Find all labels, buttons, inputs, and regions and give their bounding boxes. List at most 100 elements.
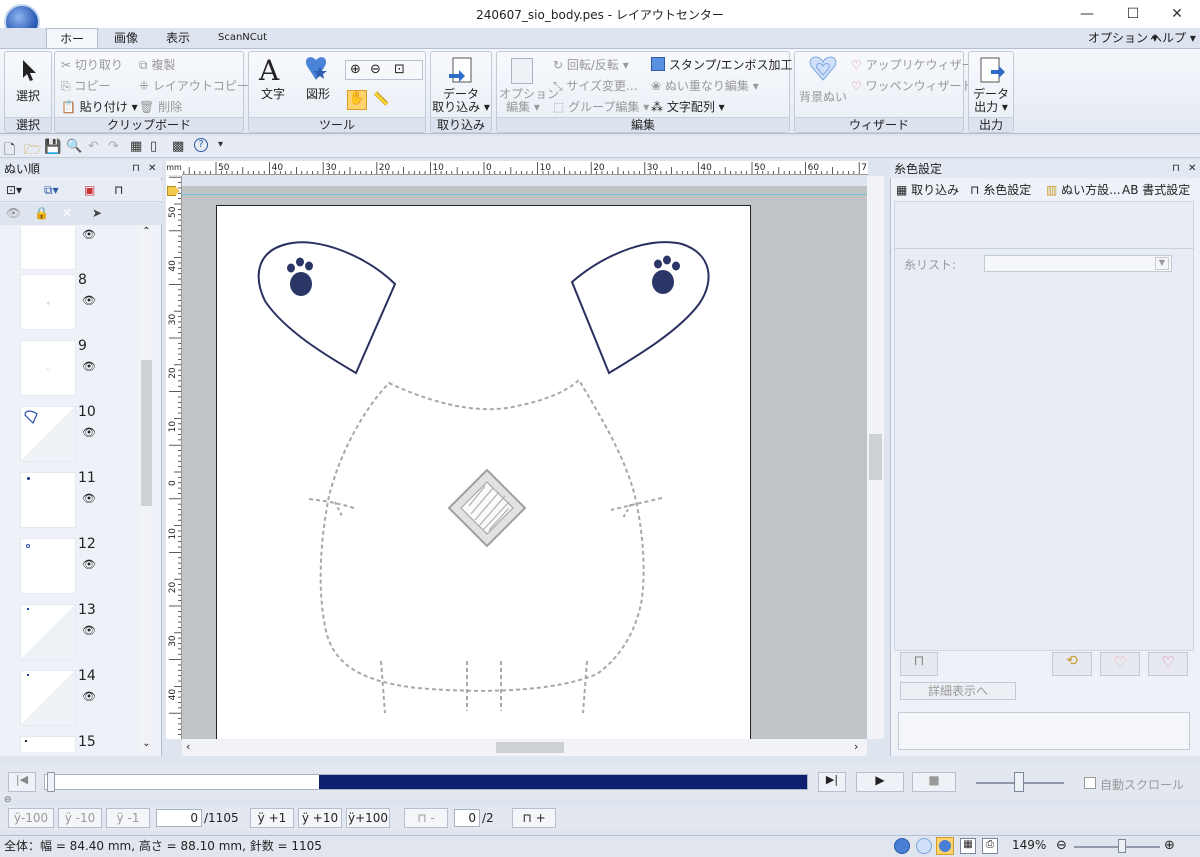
auto-scroll-checkbox[interactable] [1084,777,1096,789]
step-plus10-button[interactable]: ӱ +10 [298,808,342,828]
pointer-icon[interactable]: ➤ [92,206,102,220]
heart-icon[interactable]: ♡ [1148,652,1188,676]
color-sort-icon[interactable]: ▣ [84,183,95,197]
help-icon[interactable]: ? [194,138,208,152]
tab-view[interactable]: 表示 [158,28,198,48]
forward-end-icon[interactable]: ▶| [818,772,846,792]
list-item-thumb[interactable] [20,670,76,726]
tab-scanncut[interactable]: ScanNCut [210,28,275,48]
export-data-button[interactable]: データ 出力 ▾ [969,88,1013,114]
preview-pane-icon[interactable]: ⎙ [982,838,998,854]
play-icon[interactable]: ▶ [856,772,904,792]
tab-text-attributes[interactable]: AB 書式設定 [1122,181,1190,199]
thread-spool-icon[interactable]: ⊓ [900,652,938,676]
pin-icon[interactable]: ⊓ [1172,160,1180,178]
unselect-icon[interactable]: ✕ [62,206,72,220]
list-item-thumb[interactable] [20,472,76,528]
sort-icon[interactable]: ⧉▾ [44,183,59,198]
options-menu[interactable]: オプション ▾ [1088,29,1158,46]
fit-icon[interactable]: ⊡▾ [6,183,22,197]
cut-button[interactable]: ✂ 切り取り [61,56,123,73]
close-button[interactable]: ✕ [1154,0,1200,28]
hoop-area[interactable] [216,205,751,740]
view-normal-icon[interactable] [936,837,954,855]
heart-outline-icon[interactable]: ♡ [1100,652,1140,676]
group-edit-button[interactable]: ⬚ グループ編集 ▾ [553,98,649,115]
scroll-left-icon[interactable]: ‹ [186,740,190,753]
eye-icon[interactable]: 👁 [82,492,96,505]
close-panel-icon[interactable]: ✕ [148,160,156,178]
patch-wizard-button[interactable]: ♡ ワッペンウィザード [851,77,974,94]
eye-icon[interactable]: 👁 [82,558,96,571]
pin-icon[interactable]: ⊓ [132,160,140,178]
collapse-icon[interactable]: ⊖ [4,795,12,805]
save-icon[interactable]: 💾 [44,139,61,155]
detail-view-button[interactable]: 詳細表示へ [900,682,1016,700]
layout-copy-button[interactable]: ⁜ レイアウトコピー ▾ [139,77,259,94]
list-item-thumb[interactable]: ✧ [20,340,76,396]
color-minus-button[interactable]: ⊓ - [404,808,448,828]
scroll-up-icon[interactable]: ⌃ [140,226,153,240]
step-minus1-button[interactable]: ӱ -1 [106,808,150,828]
redo-icon[interactable]: ↷ [108,139,119,154]
speed-slider[interactable] [976,768,1066,794]
tab-image[interactable]: 画像 [106,28,146,48]
zoom-fit-icon[interactable]: ⊡ [394,62,405,77]
tab-home[interactable]: ホーム [46,28,98,66]
list-item-thumb[interactable] [20,406,76,462]
step-minus100-button[interactable]: ӱ-100 [8,808,54,828]
view-stitch-icon[interactable] [916,838,932,854]
qat-dropdown-icon[interactable]: ▾ [218,139,223,150]
eye-icon[interactable]: 👁 [82,294,96,307]
hoop-icon[interactable]: ▯ [150,139,157,154]
eye-icon[interactable]: 👁 [82,690,96,703]
pan-hand-icon[interactable]: ✋ [347,90,367,110]
design-property-icon[interactable]: ▦ [130,139,142,154]
tab-import-panel[interactable]: ▦ 取り込み [896,181,959,199]
stitch-position-input[interactable]: 0 [156,809,202,827]
background-stitch-button[interactable]: 背景ぬい [797,88,849,105]
scroll-down-icon[interactable]: ⌄ [140,738,153,752]
text-tool-button[interactable]: 文字 [253,88,293,101]
stitch-progress-track[interactable] [44,772,808,792]
scroll-right-icon[interactable]: › [854,740,858,753]
minimize-button[interactable]: — [1064,0,1110,28]
vscroll-thumb[interactable] [869,434,882,480]
eye-icon[interactable]: 👁 [82,426,96,439]
zoom-in-icon[interactable]: ⊕ [1164,838,1175,853]
stitch-order-scrollbar[interactable]: ⌃ ⌄ [139,226,154,752]
text-arrange-button[interactable]: ⁂ 文字配列 ▾ [651,98,725,115]
stop-icon[interactable]: ■ [912,772,956,792]
shape-tool-button[interactable]: 図形 [301,88,335,101]
eye-icon[interactable]: 👁 [82,360,96,373]
undo-icon[interactable]: ↶ [88,139,99,154]
applique-wizard-button[interactable]: ♡ アップリケウィザード [851,56,986,73]
scroll-thumb[interactable] [141,360,152,506]
frame-icon[interactable]: ⊓ [114,183,123,197]
help-menu[interactable]: ヘルプ ▾ [1150,29,1196,46]
tab-thread-color[interactable]: ⊓ 糸色設定 [970,181,1031,199]
measure-icon[interactable]: 📏 [373,92,389,107]
view-realistic-icon[interactable] [894,838,910,854]
stitch-overlap-button[interactable]: ❀ ぬい重なり編集 ▾ [651,77,759,94]
stamp-emboss-button[interactable]: スタンプ/エンボス加工 ▾ [651,56,802,73]
canvas-vscrollbar[interactable] [867,176,884,739]
close-panel-icon[interactable]: ✕ [1188,160,1196,178]
canvas-hscrollbar[interactable]: ‹ › [182,739,867,756]
step-minus10-button[interactable]: ӱ -10 [58,808,102,828]
list-item-thumb[interactable] [20,604,76,660]
eye-icon[interactable]: 👁 [82,624,96,637]
zoom-out-icon[interactable]: ⊖ [1056,838,1067,853]
paste-button[interactable]: 📋 貼り付け ▾ [61,98,138,115]
option-edit-button[interactable]: オプション 編集 ▾ [499,88,559,114]
duplicate-button[interactable]: ⧉ 複製 [139,56,175,73]
delete-button[interactable]: 🗑 削除 [139,98,182,115]
progress-handle[interactable] [47,772,55,792]
rewind-start-icon[interactable]: |◀ [8,772,36,792]
zoom-slider-handle[interactable] [1118,839,1126,853]
thread-swap-icon[interactable]: ⟲ [1052,652,1092,676]
select-button[interactable]: 選択 [5,90,51,103]
thread-list-select[interactable]: ▼ [984,255,1172,272]
color-position-input[interactable]: 0 [454,809,480,827]
eye-icon[interactable]: 👁 [82,228,96,241]
